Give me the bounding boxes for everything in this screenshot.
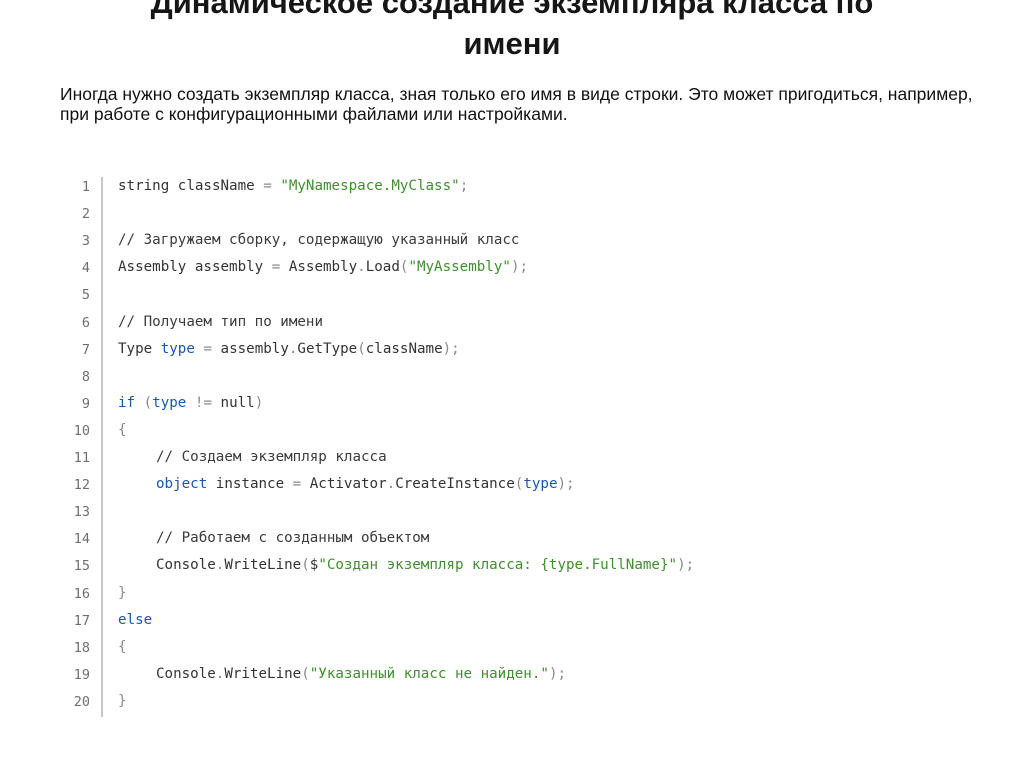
line-number: 18 [73, 639, 90, 656]
code-token-plain: Activator [301, 476, 387, 493]
code-line: // Получаем тип по имени [118, 314, 323, 330]
line-number: 3 [81, 233, 90, 250]
code-token-punct: ); [677, 557, 695, 574]
code-line: string className = "MyNamespace.MyClass"… [118, 178, 468, 194]
code-token-string: "Указанный класс не найден." [309, 665, 549, 682]
code-token-keyword: type [152, 394, 187, 411]
code-token-punct: . [386, 476, 396, 493]
code-line: { [118, 639, 127, 655]
code-token-plain: CreateInstance [395, 476, 515, 493]
line-number: 13 [73, 504, 90, 521]
code-token-plain: GetType [297, 340, 358, 357]
code-token-punct: ) [254, 394, 264, 411]
code-token-punct: ); [442, 340, 460, 357]
code-token-keyword: else [118, 611, 153, 628]
code-token-plain: Console [156, 665, 216, 682]
slide-title-line-2: имени [463, 26, 561, 61]
code-token-string: "MyNamespace.MyClass" [280, 178, 460, 194]
code-token-plain: className [365, 340, 443, 357]
gutter-divider [101, 177, 103, 717]
code-token-punct: = [263, 178, 272, 194]
code-token-punct: { [118, 421, 127, 438]
code-line: if (type != null) [118, 395, 263, 411]
line-number: 15 [73, 558, 90, 575]
code-token-punct: ( [357, 340, 366, 357]
code-token-punct: . [357, 259, 366, 276]
code-token-comment: // Создаем экземпляр класса [156, 449, 387, 465]
code-token-plain: string className [118, 178, 264, 194]
code-token-punct: ; [459, 178, 469, 194]
code-block: 1 2 3 4 5 6 7 8 9 10 11 12 13 14 15 16 17 18 19 20 string c… [64, 175, 964, 720]
code-token-punct: ); [548, 665, 567, 682]
line-number: 17 [73, 612, 90, 629]
code-token-keyword: type [523, 476, 558, 493]
code-token-punct: = [203, 340, 212, 357]
line-number: 11 [73, 450, 90, 466]
slide-title: Динамическое создание экземпляра класса … [0, 0, 1024, 64]
code-token-punct: } [118, 692, 127, 709]
code-token-keyword: if [118, 394, 136, 411]
code-line: Console.WriteLine("Указанный класс не на… [156, 666, 566, 682]
code-line: } [118, 585, 127, 601]
line-number: 8 [81, 368, 90, 385]
line-number: 16 [73, 585, 90, 602]
code-token-string: "Создан экземпляр класса: {type.FullName… [318, 557, 678, 574]
line-number: 20 [73, 693, 90, 710]
code-token-plain: WriteLine [224, 665, 302, 682]
line-number: 7 [81, 341, 90, 358]
line-number: 19 [73, 666, 90, 683]
code-token-comment: // Загружаем сборку, содержащую указанны… [118, 232, 520, 249]
code-line: // Создаем экземпляр класса [156, 449, 387, 465]
code-line: object instance = Activator.CreateInstan… [156, 476, 575, 492]
line-number: 5 [81, 287, 90, 304]
code-token-plain: assembly [211, 340, 289, 357]
line-number: 14 [73, 531, 90, 548]
code-token-punct: ( [301, 557, 310, 574]
code-token-punct: ( [143, 394, 153, 411]
slide-title-line-1: Динамическое создание экземпляра класса … [150, 0, 874, 20]
code-line: Assembly assembly = Assembly.Load("MyAss… [118, 259, 528, 275]
code-token-plain: Type [118, 340, 161, 357]
code-line: } [118, 693, 127, 709]
code-token-plain: null [212, 394, 255, 411]
code-line: // Загружаем сборку, содержащую указанны… [118, 232, 519, 248]
code-token-plain: Assembly [280, 259, 358, 276]
code-line: Type type = assembly.GetType(className); [118, 341, 460, 357]
code-token-keyword: type [160, 340, 195, 357]
code-token-punct: != [194, 394, 212, 411]
code-token-string: "MyAssembly" [408, 259, 511, 276]
code-token-punct: ); [557, 476, 575, 493]
code-token-plain: WriteLine [224, 557, 302, 574]
code-token-punct: } [118, 584, 127, 601]
code-line: // Работаем с созданным объектом [156, 530, 429, 546]
code-token-punct: ( [301, 665, 310, 682]
line-number: 1 [81, 179, 90, 195]
line-number: 6 [81, 314, 90, 331]
code-token-punct: { [118, 638, 127, 655]
code-token-comment: // Работаем с созданным объектом [156, 530, 430, 547]
code-token-punct: ); [510, 259, 529, 276]
code-token-keyword: object [156, 476, 208, 493]
code-token-comment: // Получаем тип по имени [118, 313, 323, 330]
code-token-punct: = [292, 476, 302, 493]
code-token-plain: Console [156, 557, 216, 574]
code-token-punct: = [271, 259, 281, 276]
code-token-plain: Assembly assembly [118, 259, 272, 276]
line-number: 12 [73, 477, 90, 494]
code-line: { [118, 422, 127, 438]
line-number: 4 [81, 260, 90, 277]
code-line: Console.WriteLine($"Создан экземпляр кла… [156, 557, 694, 573]
intro-paragraph: Иногда нужно создать экземпляр класса, з… [60, 84, 973, 124]
code-token-plain: instance [207, 476, 293, 493]
code-token-plain: Load [365, 259, 400, 276]
code-line: else [118, 612, 152, 628]
line-number: 10 [73, 422, 90, 439]
line-number: 2 [81, 206, 90, 223]
line-number: 9 [81, 395, 90, 412]
